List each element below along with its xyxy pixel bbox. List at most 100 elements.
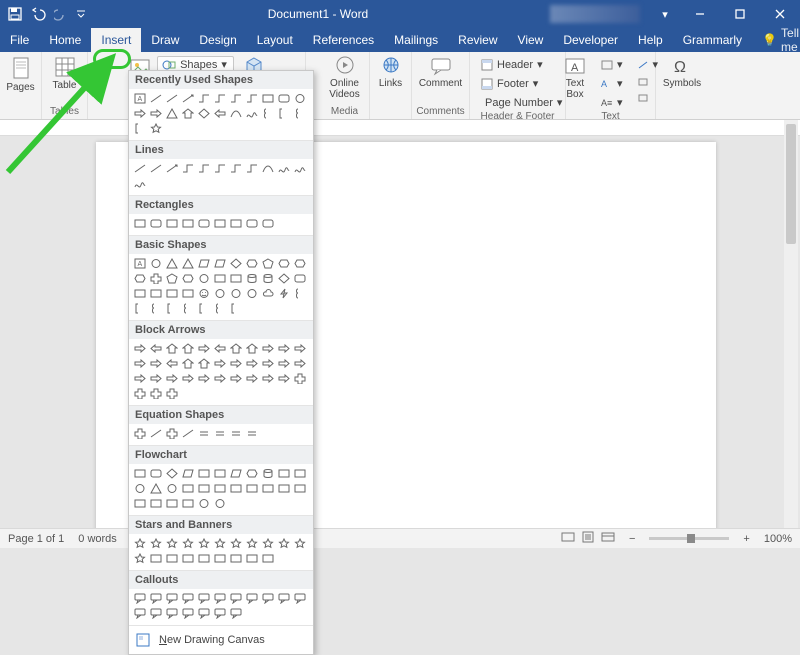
shape-item[interactable]	[277, 467, 291, 480]
shape-item[interactable]	[261, 272, 275, 285]
zoom-knob[interactable]	[687, 534, 695, 543]
shape-item[interactable]	[149, 287, 163, 300]
shape-item[interactable]	[229, 537, 243, 550]
shape-item[interactable]	[245, 427, 259, 440]
shape-item[interactable]	[245, 537, 259, 550]
shape-item[interactable]	[229, 107, 243, 120]
shape-item[interactable]	[181, 92, 195, 105]
shape-item[interactable]	[245, 162, 259, 175]
shape-item[interactable]	[261, 342, 275, 355]
tab-grammarly[interactable]: Grammarly	[673, 28, 752, 52]
new-drawing-canvas[interactable]: New Drawing Canvas	[129, 625, 313, 654]
shape-item[interactable]	[197, 302, 211, 315]
shape-item[interactable]	[133, 272, 147, 285]
shape-item[interactable]	[277, 287, 291, 300]
shape-item[interactable]	[149, 372, 163, 385]
shape-item[interactable]	[261, 537, 275, 550]
shape-item[interactable]	[213, 107, 227, 120]
online-videos-button[interactable]: Online Videos	[326, 54, 364, 100]
symbols-button[interactable]: Ω Symbols	[663, 54, 701, 89]
shape-item[interactable]	[165, 467, 179, 480]
shape-item[interactable]	[181, 302, 195, 315]
shape-item[interactable]	[245, 357, 259, 370]
shape-item[interactable]	[213, 427, 227, 440]
shape-item[interactable]	[197, 372, 211, 385]
shape-item[interactable]	[293, 287, 307, 300]
shape-item[interactable]	[197, 552, 211, 565]
shape-item[interactable]	[133, 342, 147, 355]
shape-item[interactable]: A	[133, 257, 147, 270]
table-button[interactable]: Table	[46, 54, 84, 91]
tab-mailings[interactable]: Mailings	[384, 28, 448, 52]
shape-item[interactable]	[213, 287, 227, 300]
shape-item[interactable]	[229, 607, 243, 620]
shape-item[interactable]	[229, 342, 243, 355]
shape-item[interactable]	[261, 357, 275, 370]
tab-design[interactable]: Design	[189, 28, 246, 52]
shape-item[interactable]	[197, 342, 211, 355]
shape-item[interactable]	[277, 357, 291, 370]
shape-item[interactable]	[277, 482, 291, 495]
tab-file[interactable]: File	[0, 28, 39, 52]
scroll-thumb[interactable]	[786, 124, 796, 244]
shape-item[interactable]	[149, 302, 163, 315]
shape-item[interactable]	[197, 107, 211, 120]
shape-item[interactable]	[165, 482, 179, 495]
shape-item[interactable]	[229, 92, 243, 105]
shape-item[interactable]	[133, 552, 147, 565]
shape-item[interactable]	[181, 467, 195, 480]
shape-item[interactable]	[261, 467, 275, 480]
shape-item[interactable]	[229, 467, 243, 480]
shape-item[interactable]	[277, 162, 291, 175]
shape-item[interactable]	[261, 592, 275, 605]
shape-item[interactable]	[165, 387, 179, 400]
shape-item[interactable]	[293, 482, 307, 495]
shape-item[interactable]	[261, 107, 275, 120]
shape-item[interactable]	[277, 92, 291, 105]
shape-item[interactable]	[133, 287, 147, 300]
shape-item[interactable]	[133, 497, 147, 510]
shape-item[interactable]	[229, 592, 243, 605]
tab-draw[interactable]: Draw	[141, 28, 189, 52]
shape-item[interactable]	[197, 257, 211, 270]
shape-item[interactable]	[181, 287, 195, 300]
shape-item[interactable]	[261, 217, 275, 230]
shape-item[interactable]	[181, 107, 195, 120]
ribbon-options-icon[interactable]: ▾	[650, 8, 680, 21]
shape-item[interactable]	[197, 217, 211, 230]
shape-item[interactable]	[149, 357, 163, 370]
undo-icon[interactable]	[30, 7, 46, 21]
tab-help[interactable]: Help	[628, 28, 673, 52]
shape-item[interactable]	[197, 497, 211, 510]
shape-item[interactable]	[181, 162, 195, 175]
shape-item[interactable]	[181, 427, 195, 440]
shape-item[interactable]	[181, 482, 195, 495]
shape-item[interactable]	[293, 537, 307, 550]
shape-item[interactable]	[133, 217, 147, 230]
shape-item[interactable]	[229, 357, 243, 370]
shape-item[interactable]	[181, 342, 195, 355]
text-box-button[interactable]: A Text Box	[558, 54, 592, 100]
shape-item[interactable]	[133, 592, 147, 605]
shape-item[interactable]	[293, 342, 307, 355]
shape-item[interactable]	[133, 427, 147, 440]
shape-item[interactable]	[165, 552, 179, 565]
tell-me-search[interactable]: 💡 Tell me	[752, 28, 800, 52]
shape-item[interactable]	[277, 537, 291, 550]
shape-item[interactable]	[293, 107, 307, 120]
shape-item[interactable]	[149, 537, 163, 550]
shape-item[interactable]	[181, 372, 195, 385]
vertical-scrollbar[interactable]	[784, 120, 798, 528]
close-button[interactable]	[760, 0, 800, 28]
shape-item[interactable]	[261, 257, 275, 270]
shape-item[interactable]	[133, 357, 147, 370]
header-button[interactable]: Header▾	[476, 56, 559, 73]
shape-item[interactable]	[149, 387, 163, 400]
shape-item[interactable]	[293, 467, 307, 480]
shape-item[interactable]	[197, 357, 211, 370]
shape-item[interactable]	[197, 427, 211, 440]
shape-item[interactable]	[261, 92, 275, 105]
shape-item[interactable]	[181, 257, 195, 270]
shape-item[interactable]	[149, 592, 163, 605]
comment-button[interactable]: Comment	[422, 54, 460, 89]
